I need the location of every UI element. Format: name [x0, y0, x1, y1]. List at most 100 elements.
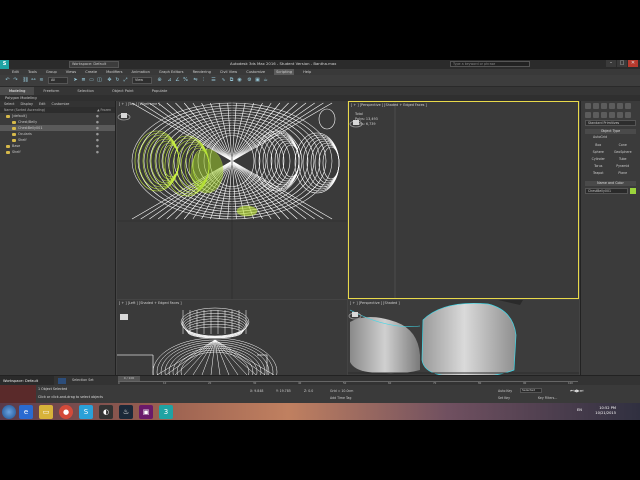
visibility-icon[interactable] — [6, 150, 10, 154]
set-key-button[interactable]: Set Key — [498, 396, 510, 400]
workspace-dropdown[interactable]: Workspace: Default — [69, 61, 119, 68]
viewport-label[interactable]: [ + ] [Perspective ] [Shaded + Edged Fac… — [351, 103, 427, 107]
z-coordinate[interactable]: Z: 0.0 — [304, 389, 313, 393]
language-indicator[interactable]: EN — [577, 408, 582, 412]
3dsmax-icon[interactable]: 3 — [159, 404, 173, 419]
undo-icon[interactable]: ↶ — [4, 77, 11, 84]
helpers-icon[interactable] — [617, 112, 623, 118]
ie-icon[interactable]: e — [19, 404, 33, 419]
visibility-icon[interactable] — [6, 144, 10, 148]
redo-icon[interactable]: ↷ — [12, 77, 19, 84]
mini-listener-icon[interactable] — [58, 378, 66, 384]
lights-icon[interactable] — [601, 112, 607, 118]
x-coordinate[interactable]: X: 9.848 — [250, 389, 263, 393]
create-cone-button[interactable]: Cone — [614, 142, 633, 148]
tree-item[interactable]: Shelf ● — [0, 149, 115, 155]
snap-icon[interactable]: ⊿ — [166, 77, 173, 84]
render-frame-icon[interactable]: ▣ — [254, 77, 261, 84]
auto-key-button[interactable]: Auto Key — [498, 389, 512, 393]
maxscript-listener[interactable] — [0, 385, 36, 403]
start-button-icon[interactable] — [2, 404, 16, 419]
viewcube-icon[interactable] — [348, 310, 362, 320]
y-coordinate[interactable]: Y: 19.785 — [276, 389, 291, 393]
create-sphere-button[interactable]: Sphere — [589, 149, 608, 155]
add-time-tag[interactable]: Add Time Tag — [330, 396, 351, 400]
rollout-object-type[interactable]: Object Type — [585, 129, 636, 134]
material-editor-icon[interactable]: ◉ — [236, 77, 243, 84]
shapes-icon[interactable] — [593, 112, 599, 118]
rollout-name-color[interactable]: Name and Color — [585, 181, 636, 186]
reference-coord-dropdown[interactable]: View — [132, 77, 152, 84]
system-clock[interactable]: 10:52 PM 10/21/2015 — [595, 406, 616, 416]
rotate-icon[interactable]: ↻ — [114, 77, 121, 84]
viewport-perspective-top[interactable]: [ + ] [Perspective ] [Shaded + Edged Fac… — [348, 101, 579, 299]
geometry-icon[interactable] — [585, 112, 591, 118]
link-icon[interactable]: ⛓ — [22, 77, 29, 84]
ribbon-tab-populate[interactable]: Populate — [143, 87, 177, 95]
skype-icon[interactable]: S — [79, 404, 93, 419]
display-tab-icon[interactable] — [617, 103, 623, 109]
motion-tab-icon[interactable] — [609, 103, 615, 109]
scale-icon[interactable]: ⤢ — [122, 77, 129, 84]
explorer-menu-customize[interactable]: Customize — [52, 101, 70, 107]
select-by-name-icon[interactable]: ≣ — [80, 77, 87, 84]
create-tube-button[interactable]: Tube — [614, 156, 633, 162]
visibility-icon[interactable] — [6, 114, 10, 118]
viewport-perspective[interactable]: [ + ] [Perspective ] [Shaded ] — [348, 300, 579, 375]
bind-spacewarp-icon[interactable]: ≋ — [38, 77, 45, 84]
utilities-tab-icon[interactable] — [625, 103, 631, 109]
create-cylinder-button[interactable]: Cylinder — [589, 156, 608, 162]
create-torus-button[interactable]: Torus — [589, 163, 608, 169]
maximize-button[interactable]: □ — [617, 60, 627, 67]
pivot-center-icon[interactable]: ⊕ — [156, 77, 163, 84]
visibility-icon[interactable] — [12, 120, 16, 124]
selected-dropdown[interactable]: Selected — [520, 388, 542, 393]
visibility-icon[interactable] — [12, 138, 16, 142]
file-explorer-icon[interactable]: ▭ — [39, 404, 53, 419]
curve-editor-icon[interactable]: ∿ — [220, 77, 227, 84]
create-tab-icon[interactable] — [585, 103, 591, 109]
viewcube-icon[interactable] — [349, 118, 363, 128]
modify-tab-icon[interactable] — [593, 103, 599, 109]
window-crossing-icon[interactable]: ◫ — [96, 77, 103, 84]
align-icon[interactable]: ⫶ — [200, 77, 207, 84]
select-object-icon[interactable]: ➤ — [72, 77, 79, 84]
object-name-field[interactable]: ChestBelly001 — [585, 188, 628, 194]
schematic-view-icon[interactable]: ⧉ — [228, 77, 235, 84]
render-setup-icon[interactable]: ⚙ — [246, 77, 253, 84]
ribbon-tab-modeling[interactable]: Modeling — [0, 87, 35, 95]
frozen-icon[interactable]: ● — [96, 149, 99, 155]
viewport-top[interactable]: [ + ] [Top ] [Wireframe ] — [117, 101, 347, 299]
mirror-icon[interactable]: ⇋ — [192, 77, 199, 84]
hierarchy-tab-icon[interactable] — [601, 103, 607, 109]
render-icon[interactable]: ☕ — [262, 77, 269, 84]
viewport-left[interactable]: [ + ] [Left ] [Shaded + Edged Faces ] — [117, 300, 347, 375]
close-button[interactable]: ✕ — [628, 60, 638, 67]
percent-snap-icon[interactable]: % — [182, 77, 189, 84]
create-pyramid-button[interactable]: Pyramid — [614, 163, 633, 169]
visibility-icon[interactable] — [12, 132, 16, 136]
chrome-icon[interactable]: ● — [59, 404, 73, 419]
create-box-button[interactable]: Box — [589, 142, 608, 148]
selection-filter-dropdown[interactable]: All — [48, 77, 68, 84]
create-geosphere-button[interactable]: GeoSphere — [614, 149, 633, 155]
spacewarps-icon[interactable] — [625, 112, 631, 118]
angle-snap-icon[interactable]: ∠ — [174, 77, 181, 84]
key-filters-button[interactable]: Key Filters... — [538, 396, 557, 400]
cameras-icon[interactable] — [609, 112, 615, 118]
layer-explorer-icon[interactable]: ☰ — [210, 77, 217, 84]
unlink-icon[interactable]: ⚯ — [30, 77, 37, 84]
viewport-label[interactable]: [ + ] [Left ] [Shaded + Edged Faces ] — [119, 301, 182, 305]
ribbon-tab-object-paint[interactable]: Object Paint — [103, 87, 143, 95]
selection-set-label[interactable]: Selection Set — [72, 377, 112, 384]
column-frozen[interactable]: ▲ Frozen — [97, 107, 111, 113]
rectangular-selection-icon[interactable]: ▭ — [88, 77, 95, 84]
minimize-button[interactable]: – — [606, 60, 616, 67]
create-plane-button[interactable]: Plane — [614, 170, 633, 176]
move-icon[interactable]: ✥ — [106, 77, 113, 84]
viewport-label[interactable]: [ + ] [Top ] [Wireframe ] — [119, 102, 160, 106]
create-teapot-button[interactable]: Teapot — [589, 170, 608, 176]
app-menu-icon[interactable]: S — [0, 60, 9, 69]
viewcube-icon[interactable] — [117, 312, 131, 322]
viewcube-icon[interactable] — [117, 111, 131, 121]
